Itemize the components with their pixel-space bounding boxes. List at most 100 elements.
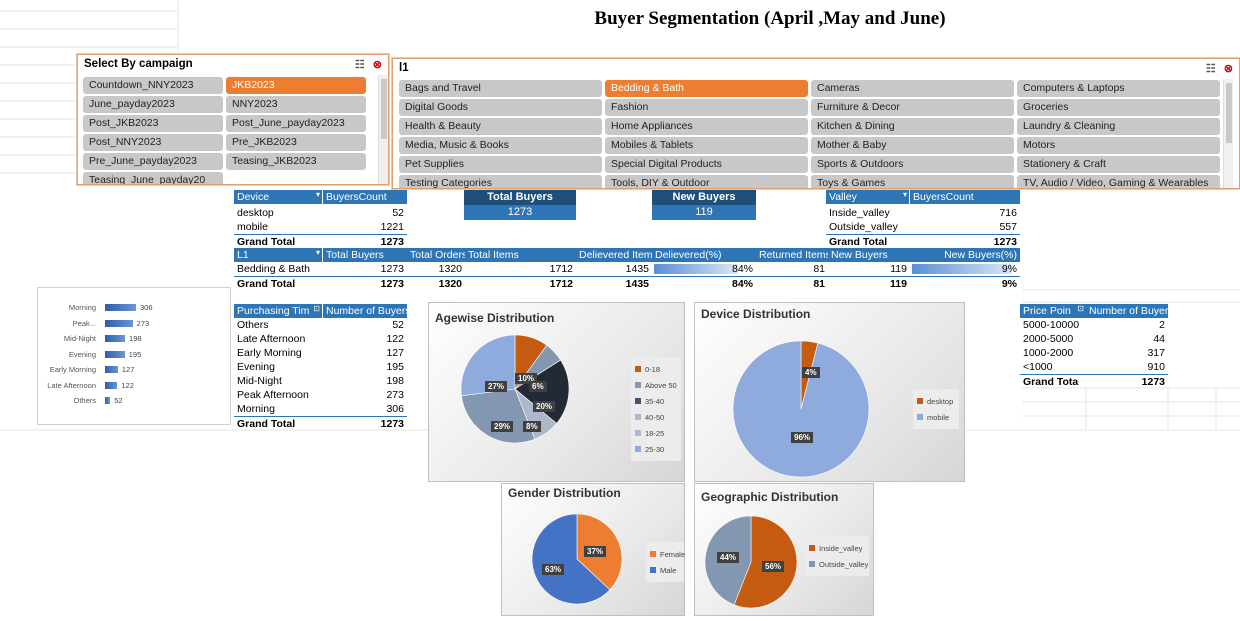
campaign-slicer-scrollbar[interactable] <box>378 75 388 184</box>
l1-row-new-buyers: 119 <box>890 263 907 275</box>
slicer-item[interactable]: Pre_June_payday2023 <box>83 153 223 170</box>
slicer-item[interactable]: Bedding & Bath <box>605 80 808 97</box>
device-header[interactable]: Device ▾ <box>234 190 322 204</box>
gender-distribution-chart[interactable]: Gender Distribution Female Male 37% 63% <box>501 483 685 616</box>
bar-category-label: Morning <box>68 303 96 312</box>
slicer-item[interactable]: Teasing_June_payday20 <box>83 172 223 184</box>
slicer-item[interactable]: Health & Beauty <box>399 118 602 135</box>
bar[interactable] <box>105 366 118 373</box>
pie-slice[interactable] <box>732 340 870 478</box>
table-row-label: Peak Afternoon <box>237 389 309 401</box>
legend-item[interactable]: desktop <box>917 393 955 409</box>
slicer-item[interactable]: Tools, DIY & Outdoor <box>605 175 808 188</box>
slicer-item[interactable]: Special Digital Products <box>605 156 808 173</box>
pie-data-label: 37% <box>584 546 607 557</box>
legend-item[interactable]: Above 50 <box>635 377 677 393</box>
slicer-item[interactable]: June_payday2023 <box>83 96 223 113</box>
valley-row-label: Outside_valley <box>829 221 898 233</box>
slicer-item[interactable]: Post_NNY2023 <box>83 134 223 151</box>
table-row-label: Morning <box>237 403 275 415</box>
legend-item[interactable]: Inside_valley <box>809 540 865 556</box>
purchasing-time-header[interactable]: Purchasing Tim ⊡ <box>234 304 322 318</box>
legend-swatch <box>635 414 641 420</box>
device-row-value: 52 <box>392 207 404 219</box>
multi-select-icon[interactable]: ☷ <box>355 58 365 71</box>
legend-item[interactable]: Male <box>650 562 680 578</box>
legend-item[interactable]: Outside_valley <box>809 556 868 572</box>
slicer-item[interactable]: TV, Audio / Video, Gaming & Wearables <box>1017 175 1220 188</box>
l1-slicer[interactable]: l1 ☷ ⊗ Bags and Travel Bedding & Bath Came… <box>392 58 1240 189</box>
slicer-item[interactable]: Teasing_JKB2023 <box>226 153 366 170</box>
slicer-item[interactable]: Home Appliances <box>605 118 808 135</box>
slicer-item[interactable]: Motors <box>1017 137 1220 154</box>
bar[interactable] <box>105 350 125 358</box>
device-distribution-chart[interactable]: Device Distribution desktop mobile 4% 96% <box>694 302 965 482</box>
l1-header[interactable]: L1 ▾ <box>234 248 322 262</box>
legend-label: Female <box>660 549 686 559</box>
slicer-item[interactable]: JKB2023 <box>226 77 366 94</box>
bar[interactable] <box>105 319 133 327</box>
campaign-slicer[interactable]: Select By campaign ☷ ⊗ Countdown_NNY2023… <box>77 54 389 185</box>
slicer-item[interactable]: Pre_JKB2023 <box>226 134 366 151</box>
slicer-item[interactable]: Mobiles & Tablets <box>605 137 808 154</box>
geographic-distribution-chart[interactable]: Geographic Distribution Inside_valley Out… <box>694 483 874 616</box>
pie-data-label: 96% <box>791 432 814 443</box>
slicer-item[interactable]: Pet Supplies <box>399 156 602 173</box>
bar[interactable] <box>105 381 118 389</box>
bar-category-label: Mid-Night <box>63 334 96 343</box>
slicer-item[interactable]: Stationery & Craft <box>1017 156 1220 173</box>
slicer-item[interactable]: Countdown_NNY2023 <box>83 77 223 94</box>
bar[interactable] <box>105 335 126 342</box>
slicer-item[interactable]: Mother & Baby <box>811 137 1014 154</box>
slicer-item[interactable]: Post_JKB2023 <box>83 115 223 132</box>
price-point-header[interactable]: Price Poin ⊡ <box>1020 304 1086 318</box>
clear-filter-icon[interactable]: ⊗ <box>1224 62 1233 75</box>
slicer-item[interactable]: Media, Music & Books <box>399 137 602 154</box>
purchasing-time-bar-chart[interactable]: Morning 306 Peak... 273 Mid-Night 198 Evening 1… <box>37 287 231 425</box>
slicer-item[interactable]: Furniture & Decor <box>811 99 1014 116</box>
legend-item[interactable]: 35-40 <box>635 393 677 409</box>
legend-item[interactable]: 40-50 <box>635 409 677 425</box>
total-buyers-label: Total Buyers <box>464 190 576 205</box>
l1-row-total-buyers: 1273 <box>380 263 404 275</box>
legend-item[interactable]: 0-18 <box>635 361 677 377</box>
slicer-item[interactable]: Groceries <box>1017 99 1220 116</box>
agewise-distribution-chart[interactable]: Agewise Distribution 0-18 Above 50 35-40 40… <box>428 302 685 482</box>
legend-swatch <box>650 551 656 557</box>
scroll-thumb[interactable] <box>1226 83 1232 143</box>
l1-row-total-orders: 1320 <box>438 263 462 275</box>
agewise-legend: 0-18 Above 50 35-40 40-50 18-25 25-30 <box>631 357 681 461</box>
scroll-thumb[interactable] <box>381 79 387 139</box>
clear-filter-icon[interactable]: ⊗ <box>373 58 382 71</box>
slicer-item[interactable]: NNY2023 <box>226 96 366 113</box>
bar-category-label: Late Afternoon <box>47 380 96 390</box>
slicer-item[interactable]: Computers & Laptops <box>1017 80 1220 97</box>
bar[interactable] <box>105 304 136 311</box>
legend-item[interactable]: 18-25 <box>635 425 677 441</box>
legend-swatch <box>917 398 923 404</box>
legend-label: 35-40 <box>645 396 665 406</box>
pie-data-label: 63% <box>542 564 565 575</box>
legend-item[interactable]: Female <box>650 546 685 562</box>
l1-slicer-scrollbar[interactable] <box>1223 79 1233 188</box>
l1-row-delivered-pct: 84% <box>731 263 753 275</box>
bar[interactable] <box>105 397 111 404</box>
legend-item[interactable]: mobile <box>917 409 955 425</box>
slicer-item[interactable]: Testing Categories <box>399 175 602 188</box>
bar-value-label: 195 <box>128 349 142 359</box>
slicer-item[interactable]: Cameras <box>811 80 1014 97</box>
legend-swatch <box>635 446 641 452</box>
slicer-item[interactable]: Digital Goods <box>399 99 602 116</box>
slicer-item[interactable]: Fashion <box>605 99 808 116</box>
slicer-item[interactable]: Laundry & Cleaning <box>1017 118 1220 135</box>
grand-total-new-buyers-pct: 9% <box>910 276 1020 290</box>
valley-header[interactable]: Valley ▾ <box>826 190 909 204</box>
slicer-item[interactable]: Sports & Outdoors <box>811 156 1014 173</box>
multi-select-icon[interactable]: ☷ <box>1206 62 1216 75</box>
slicer-item[interactable]: Kitchen & Dining <box>811 118 1014 135</box>
grand-total-label: Grand Total <box>234 234 324 248</box>
legend-item[interactable]: 25-30 <box>635 441 677 457</box>
slicer-item[interactable]: Post_June_payday2023 <box>226 115 366 132</box>
slicer-item[interactable]: Bags and Travel <box>399 80 602 97</box>
slicer-item[interactable]: Toys & Games <box>811 175 1014 188</box>
